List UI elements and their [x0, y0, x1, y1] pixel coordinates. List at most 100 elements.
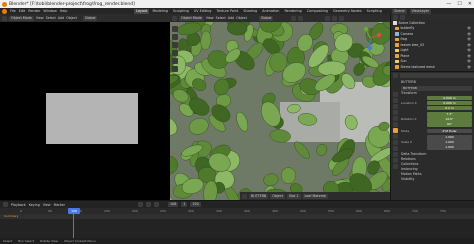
- location-z-field[interactable]: 0.2 m: [427, 105, 472, 110]
- material-slot-dropdown[interactable]: Slot 1: [287, 193, 301, 199]
- tab-rendering[interactable]: Rendering: [283, 9, 303, 14]
- visibility-eye-icon[interactable]: 👁: [467, 32, 471, 36]
- scene-tab-icon[interactable]: [393, 116, 398, 121]
- menu-window[interactable]: Window: [43, 9, 56, 13]
- viewport-editor-type-icon[interactable]: [172, 15, 177, 21]
- tab-uv-editing[interactable]: UV Editing: [192, 9, 213, 14]
- play-icon[interactable]: [146, 202, 152, 207]
- jump-end-icon[interactable]: [154, 202, 160, 207]
- viewport-menu-view[interactable]: View: [206, 16, 214, 20]
- maximize-button[interactable]: ☐: [457, 1, 461, 7]
- tab-sculpting[interactable]: Sculpting: [171, 9, 190, 14]
- menu-edit[interactable]: Edit: [19, 9, 26, 13]
- view-layer-selector[interactable]: ViewLayer: [409, 8, 432, 14]
- viewport-menu-object[interactable]: Object: [236, 16, 247, 20]
- shading-rendered-icon[interactable]: [339, 15, 345, 21]
- tab-texture-paint[interactable]: Texture Paint: [215, 9, 240, 14]
- scale-y-field[interactable]: 1.000: [427, 140, 472, 145]
- material-name-field[interactable]: Leaf Material: [302, 193, 328, 199]
- rotation-mode-dropdown[interactable]: XYZ Euler: [427, 128, 472, 133]
- properties-search[interactable]: [400, 72, 474, 78]
- viewport-menu-select[interactable]: Select: [216, 16, 226, 20]
- tab-scripting[interactable]: Scripting: [365, 9, 383, 14]
- minimize-button[interactable]: —: [446, 1, 451, 7]
- tab-shading[interactable]: Shading: [242, 9, 259, 14]
- left-transform-dropdown[interactable]: Global: [82, 15, 98, 21]
- viewport-menu-add[interactable]: Add: [228, 16, 234, 20]
- visibility-eye-icon[interactable]: 👁: [467, 43, 471, 47]
- scale-z-field[interactable]: 1.000: [427, 145, 472, 150]
- constraints-tab-icon[interactable]: [393, 152, 398, 157]
- timeline-editor-icon[interactable]: [3, 202, 8, 207]
- editor-type-icon[interactable]: [2, 15, 7, 21]
- tab-layout[interactable]: Layout: [134, 8, 149, 14]
- start-frame-field[interactable]: 1: [181, 202, 188, 207]
- playback-menu[interactable]: Playback: [11, 203, 26, 207]
- scene-selector[interactable]: Scene: [392, 8, 407, 14]
- scale-tool-icon[interactable]: [172, 58, 178, 64]
- world-tab-icon[interactable]: [393, 122, 398, 127]
- left-menu-select[interactable]: Select: [46, 16, 56, 20]
- 3d-viewport[interactable]: [170, 22, 390, 200]
- marker-menu[interactable]: Marker: [54, 203, 65, 207]
- material-tab-icon[interactable]: [393, 164, 398, 169]
- overlay-icon[interactable]: [325, 15, 331, 21]
- tab-modeling[interactable]: Modeling: [151, 9, 169, 14]
- rotate-tool-icon[interactable]: [172, 50, 178, 56]
- shader-object-type[interactable]: Object: [270, 193, 286, 199]
- particles-tab-icon[interactable]: [393, 140, 398, 145]
- end-frame-field[interactable]: 250: [190, 202, 201, 207]
- data-tab-icon[interactable]: [393, 158, 398, 163]
- visibility-section[interactable]: Visibility: [401, 177, 472, 182]
- location-x-field[interactable]: 0.006 m: [427, 95, 472, 100]
- outliner-item[interactable]: Stems textured mesh 👁: [391, 64, 474, 70]
- physics-tab-icon[interactable]: [393, 146, 398, 151]
- move-tool-icon[interactable]: [172, 42, 178, 48]
- modifier-tab-icon[interactable]: [393, 134, 398, 139]
- view-menu[interactable]: View: [43, 203, 51, 207]
- viewport-transform-dropdown[interactable]: Global: [258, 15, 274, 21]
- output-tab-icon[interactable]: [393, 104, 398, 109]
- location-y-field[interactable]: 0.006 m: [427, 100, 472, 105]
- tab-animation[interactable]: Animation: [261, 9, 281, 14]
- tab-compositing[interactable]: Compositing: [305, 9, 329, 14]
- blender-menu-icon[interactable]: [2, 8, 7, 14]
- scale-x-field[interactable]: 1.000: [427, 135, 472, 140]
- visibility-eye-icon[interactable]: 👁: [467, 26, 471, 30]
- proportional-edit-icon[interactable]: [298, 15, 304, 21]
- transform-tool-icon[interactable]: [172, 66, 178, 72]
- left-menu-object[interactable]: Object: [66, 16, 77, 20]
- visibility-eye-icon[interactable]: 👁: [467, 48, 471, 52]
- visibility-eye-icon[interactable]: 👁: [467, 65, 471, 69]
- left-mode-dropdown[interactable]: Object Mode: [9, 15, 34, 21]
- shading-solid-icon[interactable]: [332, 15, 338, 21]
- menu-render[interactable]: Render: [28, 9, 40, 13]
- shader-object-field[interactable]: BUTTERB: [249, 193, 269, 199]
- tab-geometry-nodes[interactable]: Geometry Nodes: [332, 9, 364, 14]
- select-tool-icon[interactable]: [172, 26, 178, 32]
- properties-editor-icon[interactable]: [393, 72, 398, 78]
- view-layer-tab-icon[interactable]: [393, 110, 398, 115]
- menu-file[interactable]: File: [10, 9, 16, 13]
- rotation-z-field[interactable]: 90°: [427, 122, 472, 127]
- left-menu-view[interactable]: View: [36, 16, 44, 20]
- keying-menu[interactable]: Keying: [29, 203, 40, 207]
- visibility-eye-icon[interactable]: 👁: [467, 37, 471, 41]
- current-frame-field[interactable]: 108: [168, 202, 179, 207]
- navigation-gizmo-icon[interactable]: [358, 26, 382, 50]
- object-tab-icon[interactable]: [393, 128, 398, 133]
- left-menu-add[interactable]: Add: [58, 16, 64, 20]
- cursor-tool-icon[interactable]: [172, 34, 178, 40]
- rotation-y-field[interactable]: 16.6°: [427, 117, 472, 122]
- visibility-eye-icon[interactable]: 👁: [467, 54, 471, 58]
- summary-track[interactable]: Summary: [0, 214, 474, 219]
- visibility-eye-icon[interactable]: 👁: [467, 59, 471, 63]
- render-tab-icon[interactable]: [393, 98, 398, 103]
- outliner-filter-icon[interactable]: [400, 14, 405, 20]
- jump-start-icon[interactable]: [138, 202, 144, 207]
- rotation-x-field[interactable]: 7.3°: [427, 112, 472, 117]
- close-button[interactable]: ✕: [468, 1, 472, 7]
- snap-icon[interactable]: [291, 15, 297, 21]
- tool-tab-icon[interactable]: [393, 92, 398, 97]
- shader-editor-icon[interactable]: [242, 193, 247, 199]
